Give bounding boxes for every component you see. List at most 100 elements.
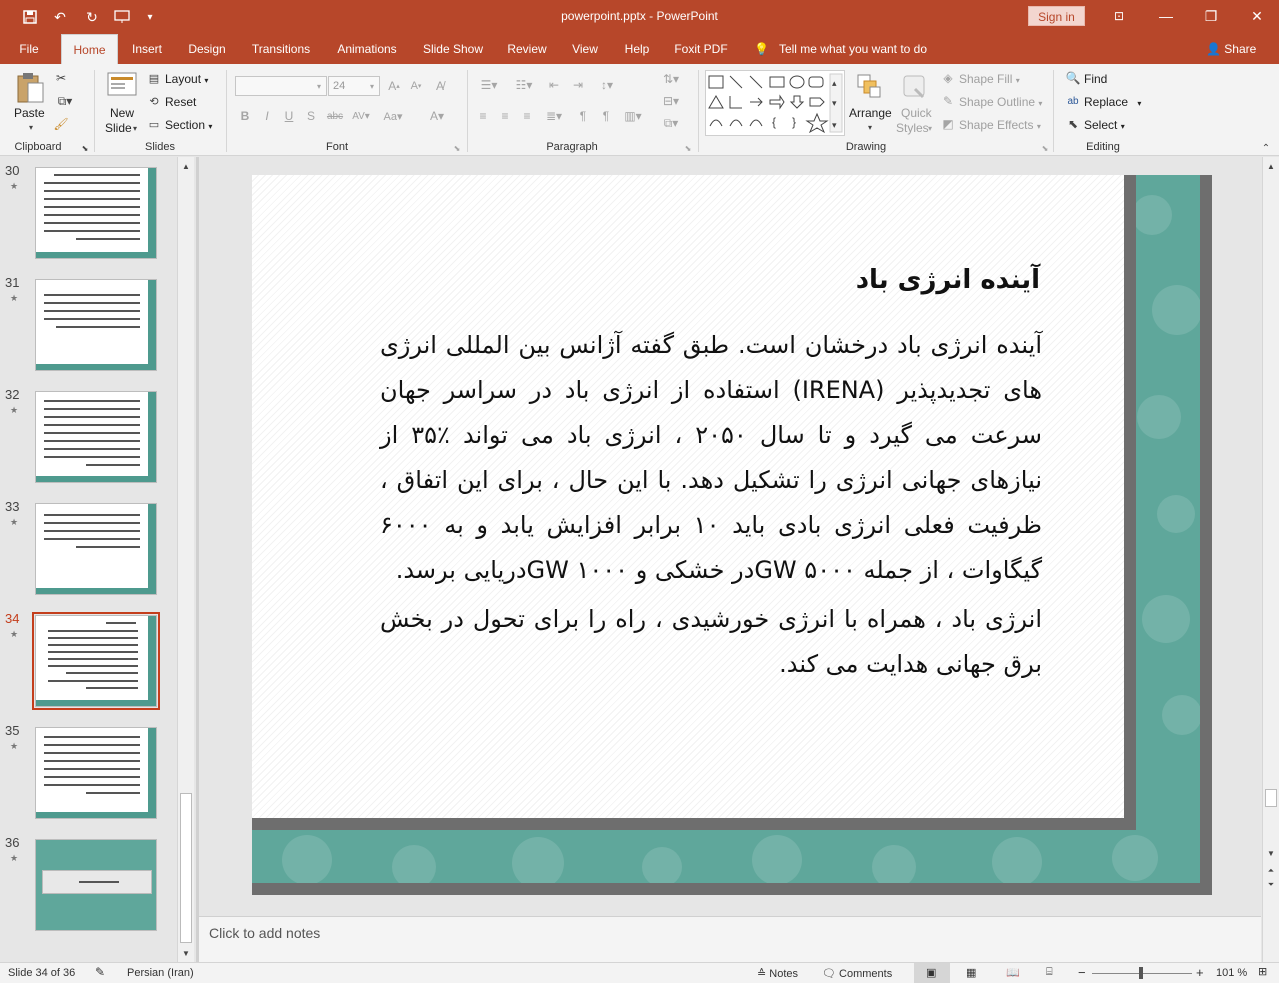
close-button[interactable]: ✕ xyxy=(1237,4,1277,28)
shape-effects-icon[interactable]: ◩ xyxy=(940,117,956,131)
align-right-icon[interactable]: ≡ xyxy=(519,108,535,124)
find-button[interactable]: Find xyxy=(1084,72,1107,86)
previous-slide-icon[interactable]: ⏶ xyxy=(1265,865,1277,877)
slide-thumbnail-35[interactable] xyxy=(35,727,157,819)
select-button[interactable]: Select ▾ xyxy=(1084,118,1125,132)
decrease-indent-icon[interactable]: ⇤ xyxy=(546,76,562,94)
columns-icon[interactable]: ▥▾ xyxy=(620,108,646,124)
tell-me-search[interactable]: 💡 Tell me what you want to do xyxy=(754,34,927,64)
paste-label[interactable]: Paste xyxy=(14,106,45,120)
zoom-slider-thumb[interactable] xyxy=(1139,967,1143,979)
fit-slide-icon[interactable]: ⊞ xyxy=(1258,965,1267,978)
tab-slide-show[interactable]: Slide Show xyxy=(417,34,489,64)
tab-transitions[interactable]: Transitions xyxy=(245,34,317,64)
underline-icon[interactable]: U xyxy=(282,108,296,124)
paragraph-launcher-icon[interactable]: ⬊ xyxy=(683,143,693,153)
reading-view-icon[interactable]: 📖 xyxy=(1006,966,1020,979)
shape-effects-button[interactable]: Shape Effects ▾ xyxy=(959,118,1041,132)
zoom-level[interactable]: 101 % xyxy=(1216,967,1247,979)
replace-icon[interactable]: ab xyxy=(1065,94,1081,108)
new-slide-icon[interactable] xyxy=(105,70,139,100)
align-text-icon[interactable]: ⊟▾ xyxy=(658,92,684,110)
shape-outline-icon[interactable]: ✎ xyxy=(940,94,956,108)
quick-styles-label-2[interactable]: Styles xyxy=(896,121,929,135)
change-case-icon[interactable]: Aa▾ xyxy=(380,108,406,124)
slide-thumbnail-36[interactable] xyxy=(35,839,157,931)
reset-icon[interactable]: ⟲ xyxy=(146,94,162,108)
font-color-icon[interactable]: A▾ xyxy=(424,108,450,124)
layout-icon[interactable]: ▤ xyxy=(146,71,162,85)
bullets-icon[interactable]: ☰▾ xyxy=(475,76,503,94)
font-launcher-icon[interactable]: ⬊ xyxy=(452,143,462,153)
restore-button[interactable]: ❐ xyxy=(1191,4,1231,28)
copy-icon[interactable]: ⧉▾ xyxy=(52,92,78,110)
paste-icon[interactable] xyxy=(14,70,46,106)
share-button[interactable]: 👤 Share xyxy=(1206,34,1256,64)
slide-thumbnail-32[interactable] xyxy=(35,391,157,483)
notes-pane[interactable]: Click to add notes xyxy=(199,916,1261,962)
section-button[interactable]: Section ▾ xyxy=(165,118,212,132)
ltr-icon[interactable]: ¶ xyxy=(598,108,614,124)
numbering-icon[interactable]: ☷▾ xyxy=(510,76,538,94)
quick-styles-label-1[interactable]: Quick xyxy=(901,106,932,120)
drawing-launcher-icon[interactable]: ⬊ xyxy=(1040,143,1050,153)
tab-animations[interactable]: Animations xyxy=(329,34,405,64)
slide-thumbnail-30[interactable] xyxy=(35,167,157,259)
ribbon-display-options-icon[interactable]: ⊡ xyxy=(1099,4,1139,28)
smartart-icon[interactable]: ⧉▾ xyxy=(658,114,684,132)
clipboard-launcher-icon[interactable]: ⬊ xyxy=(80,143,90,153)
quick-styles-dropdown-icon[interactable]: ▾ xyxy=(926,123,934,133)
increase-font-size-icon[interactable]: A ▴ xyxy=(385,76,403,96)
justify-icon[interactable]: ≣▾ xyxy=(541,108,567,124)
slide-scrollbar[interactable]: ▲ ▼ ⏶ ⏷ xyxy=(1262,157,1279,962)
scroll-down-icon[interactable]: ▼ xyxy=(180,947,192,959)
slide-thumbnail-33[interactable] xyxy=(35,503,157,595)
scroll-thumb[interactable] xyxy=(1265,789,1277,807)
new-slide-label-2[interactable]: Slide xyxy=(105,121,132,135)
slide-thumbnail-34[interactable] xyxy=(35,615,157,707)
language-indicator[interactable]: Persian (Iran) xyxy=(127,967,194,979)
text-direction-icon[interactable]: ⇅▾ xyxy=(658,70,684,88)
tab-view[interactable]: View xyxy=(565,34,605,64)
paste-dropdown-icon[interactable]: ▾ xyxy=(26,122,36,132)
shape-fill-button[interactable]: Shape Fill ▾ xyxy=(959,72,1020,86)
zoom-in-icon[interactable]: + xyxy=(1196,965,1204,980)
quick-styles-icon[interactable] xyxy=(900,72,930,102)
comments-toggle[interactable]: 🗨 Comments xyxy=(822,967,892,980)
select-icon[interactable]: ⬉ xyxy=(1065,117,1081,131)
slide-body-textbox[interactable]: آینده انرژی باد درخشان است. طبق گفته آژا… xyxy=(380,323,1042,687)
font-size-dropdown-icon[interactable]: ▾ xyxy=(366,80,378,92)
reset-button[interactable]: Reset xyxy=(165,95,196,109)
scroll-thumb[interactable] xyxy=(180,793,192,943)
align-center-icon[interactable]: ≡ xyxy=(497,108,513,124)
strikethrough-icon[interactable]: abc xyxy=(325,108,345,124)
layout-button[interactable]: Layout ▾ xyxy=(165,72,208,86)
shapes-gallery[interactable]: {} ▴ ▾ ▾ xyxy=(705,70,845,136)
arrange-dropdown-icon[interactable]: ▾ xyxy=(865,122,875,132)
sign-in-button[interactable]: Sign in xyxy=(1028,6,1085,26)
slide-title[interactable]: آینده انرژی باد xyxy=(380,265,1040,295)
tab-insert[interactable]: Insert xyxy=(124,34,170,64)
arrange-icon[interactable] xyxy=(855,72,883,100)
minimize-button[interactable]: — xyxy=(1146,4,1186,28)
next-slide-icon[interactable]: ⏷ xyxy=(1265,879,1277,891)
shape-fill-icon[interactable]: ◈ xyxy=(940,71,956,85)
new-slide-label-1[interactable]: New xyxy=(110,106,134,120)
tab-review[interactable]: Review xyxy=(501,34,553,64)
scroll-down-icon[interactable]: ▼ xyxy=(1265,847,1277,859)
arrange-label[interactable]: Arrange xyxy=(849,106,892,120)
notes-placeholder[interactable]: Click to add notes xyxy=(209,925,320,941)
line-spacing-icon[interactable]: ↕▾ xyxy=(594,76,620,94)
collapse-ribbon-icon[interactable]: ⌃ xyxy=(1260,142,1272,154)
find-icon[interactable]: 🔍 xyxy=(1065,71,1081,85)
clear-formatting-icon[interactable]: A̸ xyxy=(430,76,450,96)
notes-toggle[interactable]: ≙ Notes xyxy=(757,967,798,980)
format-painter-icon[interactable]: 🖌 xyxy=(52,115,70,133)
increase-indent-icon[interactable]: ⇥ xyxy=(570,76,586,94)
scroll-up-icon[interactable]: ▲ xyxy=(180,160,192,172)
section-icon[interactable]: ▭ xyxy=(146,117,162,131)
zoom-out-icon[interactable]: − xyxy=(1078,965,1086,980)
align-left-icon[interactable]: ≡ xyxy=(475,108,491,124)
decrease-font-size-icon[interactable]: A ▾ xyxy=(407,76,425,96)
current-slide[interactable]: آینده انرژی باد آینده انرژی باد درخشان ا… xyxy=(252,175,1212,895)
